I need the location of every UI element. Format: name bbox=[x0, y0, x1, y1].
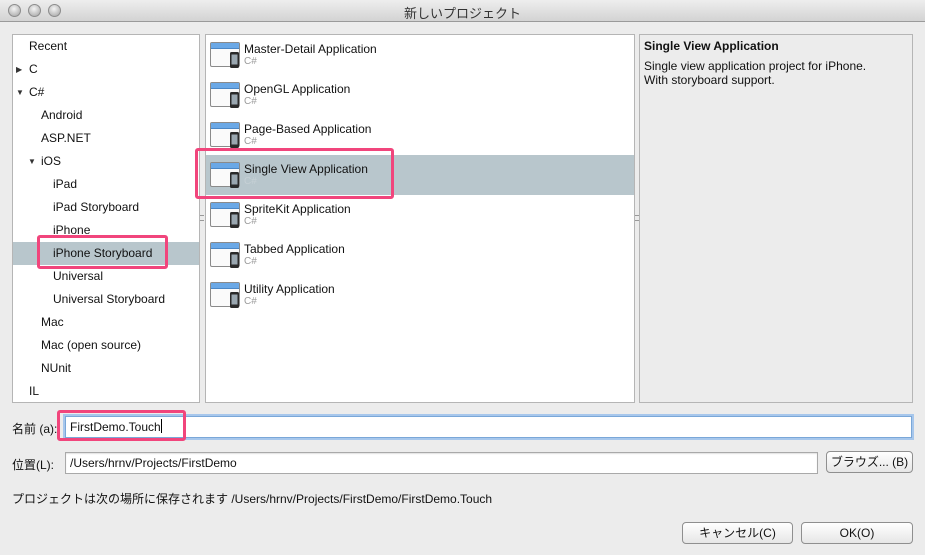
category-label: ASP.NET bbox=[41, 131, 91, 145]
disclosure-down-icon[interactable]: ▼ bbox=[28, 150, 36, 173]
category-label: Mac bbox=[41, 315, 64, 329]
template-language: C# bbox=[244, 56, 257, 67]
app-window-icon bbox=[210, 242, 241, 269]
app-window-icon bbox=[210, 202, 241, 229]
text-caret bbox=[160, 419, 162, 433]
template-language: C# bbox=[244, 136, 257, 147]
app-window-icon bbox=[210, 42, 241, 69]
save-location-info: プロジェクトは次の場所に保存されます /Users/hrnv/Projects/… bbox=[12, 492, 493, 506]
left-splitter-grip[interactable] bbox=[200, 215, 204, 221]
description-body: Single view application project for iPho… bbox=[644, 59, 867, 87]
category-item[interactable]: ▼ C# bbox=[13, 81, 199, 104]
template-description-panel: Single View Application Single view appl… bbox=[639, 34, 913, 403]
category-item[interactable]: Universal bbox=[13, 265, 199, 288]
category-item[interactable]: iPhone Storyboard bbox=[13, 242, 199, 265]
category-label: iPhone Storyboard bbox=[53, 246, 153, 260]
category-item[interactable]: Mac (open source) bbox=[13, 334, 199, 357]
category-item[interactable]: NUnit bbox=[13, 357, 199, 380]
browse-button[interactable]: ブラウズ... (B) bbox=[826, 451, 913, 473]
app-window-icon bbox=[210, 282, 241, 309]
category-label: iOS bbox=[41, 154, 62, 168]
template-name: OpenGL Application bbox=[244, 82, 351, 96]
template-name: Single View Application bbox=[244, 162, 368, 176]
disclosure-right-icon[interactable]: ▶ bbox=[16, 58, 22, 81]
template-name: Utility Application bbox=[244, 282, 335, 296]
category-label: Android bbox=[41, 108, 83, 122]
template-item[interactable]: Tabbed Application C# bbox=[206, 235, 634, 275]
category-label: iPad Storyboard bbox=[53, 200, 140, 214]
template-name: Master-Detail Application bbox=[244, 42, 377, 56]
category-label: Universal Storyboard bbox=[53, 292, 166, 306]
template-item[interactable]: OpenGL Application C# bbox=[206, 75, 634, 115]
category-label: iPad bbox=[53, 177, 78, 191]
window-titlebar: 新しいプロジェクト bbox=[0, 0, 925, 22]
category-label: C bbox=[29, 62, 38, 76]
ok-button[interactable]: OK(O) bbox=[801, 522, 913, 544]
category-item[interactable]: iPhone bbox=[13, 219, 199, 242]
location-label: 位置(L): bbox=[12, 458, 55, 472]
disclosure-down-icon[interactable]: ▼ bbox=[16, 81, 24, 104]
category-label: IL bbox=[29, 384, 40, 398]
category-label: Recent bbox=[29, 39, 68, 53]
description-title: Single View Application bbox=[644, 39, 779, 53]
template-language: C# bbox=[244, 216, 257, 227]
template-name: SpriteKit Application bbox=[244, 202, 351, 216]
template-language: C# bbox=[244, 256, 257, 267]
category-item[interactable]: Mac bbox=[13, 311, 199, 334]
template-item[interactable]: Single View Application C# bbox=[206, 155, 634, 195]
project-name-value: FirstDemo.Touch bbox=[70, 420, 161, 434]
category-item[interactable]: Universal Storyboard bbox=[13, 288, 199, 311]
category-item[interactable]: ASP.NET bbox=[13, 127, 199, 150]
location-input[interactable]: /Users/hrnv/Projects/FirstDemo bbox=[65, 452, 818, 474]
category-label: C# bbox=[29, 85, 45, 99]
app-window-icon bbox=[210, 122, 241, 149]
cancel-button[interactable]: キャンセル(C) bbox=[682, 522, 793, 544]
template-item[interactable]: Utility Application C# bbox=[206, 275, 634, 315]
category-tree: Recent ▶ C ▼ C# Android ASP.NET ▼ iOS iPad iPad St… bbox=[12, 34, 200, 403]
category-label: NUnit bbox=[41, 361, 72, 375]
template-list: Master-Detail Application C# OpenGL Applic… bbox=[205, 34, 635, 403]
template-language: C# bbox=[244, 296, 257, 307]
template-language: C# bbox=[244, 96, 257, 107]
template-item[interactable]: SpriteKit Application C# bbox=[206, 195, 634, 235]
category-label: Mac (open source) bbox=[41, 338, 142, 352]
project-name-label: 名前 (a): bbox=[12, 422, 58, 436]
category-label: iPhone bbox=[53, 223, 91, 237]
project-name-input[interactable]: FirstDemo.Touch bbox=[65, 416, 912, 438]
template-name: Page-Based Application bbox=[244, 122, 372, 136]
app-window-icon bbox=[210, 162, 241, 189]
template-item[interactable]: Master-Detail Application C# bbox=[206, 35, 634, 75]
category-item[interactable]: Android bbox=[13, 104, 199, 127]
category-item[interactable]: Recent bbox=[13, 35, 199, 58]
category-item[interactable]: iPad bbox=[13, 173, 199, 196]
category-item[interactable]: ▶ C bbox=[13, 58, 199, 81]
window-title: 新しいプロジェクト bbox=[403, 6, 521, 21]
category-item[interactable]: IL bbox=[13, 380, 199, 403]
category-item[interactable]: iPad Storyboard bbox=[13, 196, 199, 219]
template-name: Tabbed Application bbox=[244, 242, 345, 256]
template-item[interactable]: Page-Based Application C# bbox=[206, 115, 634, 155]
template-language: C# bbox=[244, 176, 257, 187]
category-item[interactable]: ▼ iOS bbox=[13, 150, 199, 173]
category-label: Universal bbox=[53, 269, 104, 283]
app-window-icon bbox=[210, 82, 241, 109]
